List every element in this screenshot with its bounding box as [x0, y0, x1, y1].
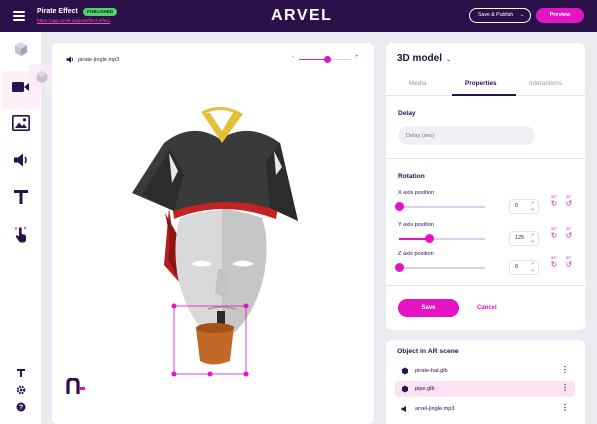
cube-icon [402, 385, 408, 393]
save-publish-label: Save & Publish [478, 12, 514, 18]
project-url-link[interactable]: https://app.arvel.io/pirateffect-effect [37, 18, 110, 23]
x-axis-slider-knob[interactable] [394, 202, 404, 211]
z-axis-label: Z axis position [398, 251, 434, 257]
rotate-cw-button[interactable]: 90° ↺ [564, 195, 574, 208]
object-item-pipe[interactable]: pipe.glb ⋮ [395, 381, 575, 397]
rotate-cw-button[interactable]: 90° ↺ [564, 227, 574, 240]
y-axis-label: Y axis position [398, 222, 434, 228]
tab-properties[interactable]: Properties [465, 80, 497, 87]
rotate-ccw-button[interactable]: 90° ↻ [549, 195, 559, 208]
project-title: Pirate Effect [37, 8, 78, 15]
tab-media[interactable]: Media [409, 80, 426, 87]
cube-icon[interactable] [10, 38, 32, 60]
save-publish-button[interactable]: Save & Publish ⌄ [469, 8, 531, 23]
x-axis-value: 0 [515, 203, 518, 209]
arvel-logo: ARVEL [271, 7, 333, 24]
text-icon[interactable] [10, 186, 32, 208]
delay-label: Delay [398, 110, 416, 117]
objects-panel: Object in AR scene pirate-hat.glb ⋮ pipe… [386, 340, 585, 424]
left-toolbar: ? [0, 32, 41, 424]
cube-icon [402, 367, 408, 375]
audio-icon[interactable] [10, 149, 32, 171]
stepper-icon[interactable]: ˄ ˅ [531, 261, 534, 274]
tab-interactions[interactable]: Interactions [529, 80, 562, 87]
image-icon[interactable] [10, 112, 32, 134]
help-icon[interactable]: ? [10, 400, 32, 414]
rotate-ccw-button[interactable]: 90° ↻ [549, 227, 559, 240]
pipe-bowl-rim [196, 323, 234, 333]
stepper-icon[interactable]: ˄ ˅ [531, 232, 534, 245]
section-divider [386, 158, 585, 159]
audio-icon [401, 405, 406, 413]
face-shade [222, 208, 267, 339]
selection-handle[interactable] [243, 371, 249, 377]
objects-title: Object in AR scene [397, 348, 459, 355]
z-axis-slider-knob[interactable] [394, 263, 404, 272]
object-item-jingle[interactable]: arvel-jingle.mp3 ⋮ [395, 401, 575, 417]
rotate-ccw-button[interactable]: 90° ↻ [549, 256, 559, 269]
z-axis-value-field[interactable]: 0 ˄ ˅ [509, 260, 539, 275]
save-button[interactable]: Save [398, 299, 459, 317]
gesture-icon[interactable] [10, 223, 32, 245]
y-axis-value: 125 [515, 235, 524, 241]
stepper-icon[interactable]: ˄ ˅ [531, 200, 534, 213]
top-bar: Pirate Effect PUBLISHED https://app.arve… [0, 0, 597, 32]
properties-panel: 3D model ⌄ Media Properties Interactions … [386, 43, 585, 330]
z-axis-value: 0 [515, 264, 518, 270]
kebab-menu-icon[interactable]: ⋮ [561, 403, 569, 413]
hamburger-menu-icon[interactable] [13, 11, 25, 21]
rotation-label: Rotation [398, 173, 425, 180]
cancel-button[interactable]: Cancel [477, 305, 497, 311]
object-name: arvel-jingle.mp3 [415, 405, 455, 412]
object-name: pipe.glb [415, 385, 435, 392]
kebab-menu-icon[interactable]: ⋮ [561, 365, 569, 375]
y-axis-value-field[interactable]: 125 ˄ ˅ [509, 231, 539, 246]
object-name: pirate-hat.glb [415, 367, 448, 374]
selection-handle[interactable] [171, 303, 177, 309]
object-item-pirate-hat[interactable]: pirate-hat.glb ⋮ [395, 363, 575, 379]
pirate-face-model[interactable] [52, 43, 374, 424]
typography-icon[interactable] [10, 366, 32, 380]
panel-title-text: 3D model [397, 53, 443, 64]
chevron-down-icon: ⌄ [519, 12, 524, 18]
preview-button[interactable]: Preview [536, 8, 584, 23]
x-axis-label: X axis position [398, 190, 435, 196]
rotate-cw-button[interactable]: 90° ↺ [564, 256, 574, 269]
settings-icon[interactable] [10, 383, 32, 397]
z-axis-track [399, 267, 485, 269]
selection-handle[interactable] [243, 303, 249, 309]
y-axis-slider-knob[interactable] [424, 234, 434, 243]
panel-title[interactable]: 3D model ⌄ [397, 53, 451, 64]
x-axis-value-field[interactable]: 0 ˄ ˅ [509, 199, 539, 214]
delay-input[interactable] [398, 126, 535, 145]
chevron-down-icon: ⌄ [446, 57, 452, 63]
active-tab-indicator [452, 94, 516, 96]
section-divider [386, 285, 585, 286]
x-axis-track [399, 206, 485, 208]
ar-canvas[interactable]: pirate-jingle.mp3 - + [52, 43, 374, 424]
panel-tabs: Media Properties Interactions [386, 78, 585, 96]
canvas-watermark-logo [66, 377, 86, 401]
status-badge: PUBLISHED [83, 8, 118, 16]
kebab-menu-icon[interactable]: ⋮ [561, 383, 569, 393]
selection-handle[interactable] [207, 371, 213, 377]
selection-handle[interactable] [171, 371, 177, 377]
svg-text:?: ? [19, 405, 23, 412]
